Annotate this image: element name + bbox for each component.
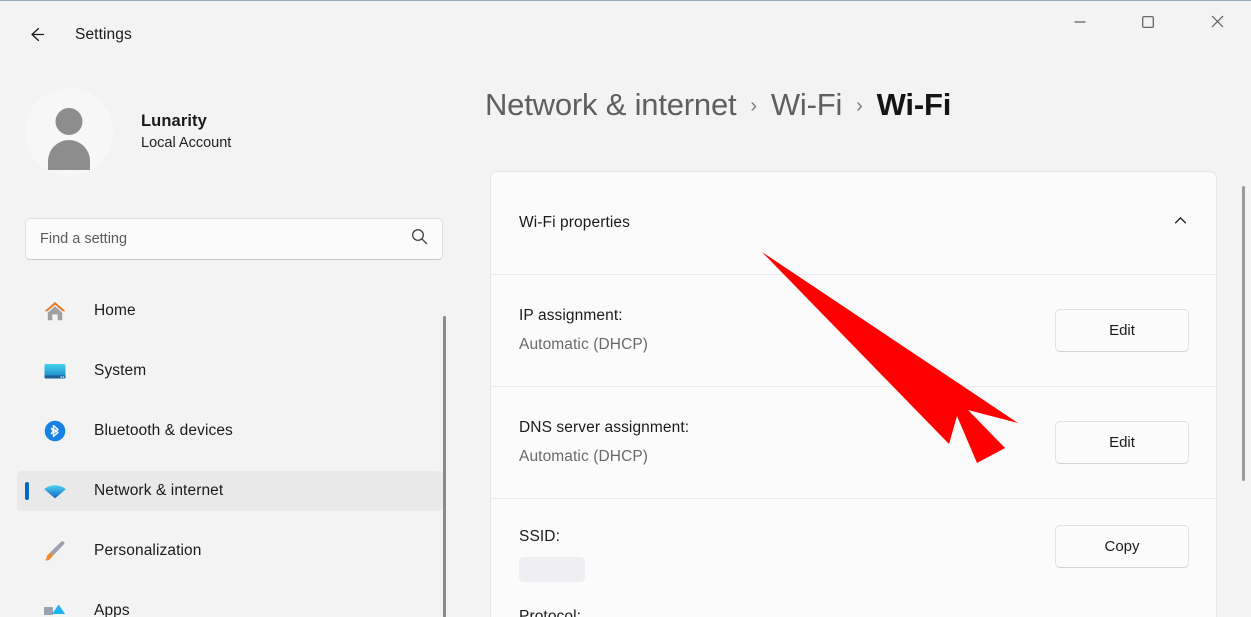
row-ssid: SSID: Protocol: Copy <box>491 498 1216 617</box>
chevron-right-icon: › <box>856 95 863 117</box>
main-scrollbar[interactable] <box>1242 186 1245 481</box>
row-value: Automatic (DHCP) <box>519 335 649 353</box>
sidebar-item-label: Network & internet <box>94 482 224 499</box>
sidebar-item-system[interactable]: System <box>17 351 443 391</box>
row-label-protocol: Protocol: <box>519 608 582 617</box>
sidebar-item-label: Home <box>94 302 136 319</box>
maximize-icon <box>1142 15 1154 33</box>
back-button[interactable] <box>18 19 54 55</box>
chevron-up-icon[interactable] <box>1172 212 1189 234</box>
sidebar-item-personalization[interactable]: Personalization <box>17 531 443 571</box>
apps-icon <box>40 598 70 617</box>
system-monitor-icon <box>40 358 70 384</box>
minimize-button[interactable] <box>1057 1 1103 47</box>
row-dns-server-assignment: DNS server assignment: Automatic (DHCP) … <box>491 386 1216 498</box>
wifi-icon <box>40 478 70 504</box>
paintbrush-icon <box>40 538 70 564</box>
edit-dns-server-button[interactable]: Edit <box>1055 421 1189 464</box>
profile-name: Lunarity <box>141 112 207 131</box>
wifi-properties-header[interactable]: Wi-Fi properties <box>491 172 1216 274</box>
breadcrumb-item-network[interactable]: Network & internet <box>485 87 737 123</box>
bluetooth-icon <box>40 418 70 444</box>
search-input[interactable] <box>40 231 411 247</box>
back-arrow-icon <box>26 24 47 50</box>
main-content: Network & internet › Wi-Fi › Wi-Fi Wi-Fi… <box>460 61 1251 617</box>
search-box[interactable] <box>25 218 443 260</box>
sidebar-item-label: Bluetooth & devices <box>94 422 233 439</box>
chevron-right-icon: › <box>750 95 757 117</box>
row-label: SSID: <box>519 528 560 545</box>
user-profile[interactable]: Lunarity Local Account <box>25 88 231 176</box>
sidebar-item-home[interactable]: Home <box>17 291 443 331</box>
home-icon <box>40 298 70 324</box>
breadcrumb: Network & internet › Wi-Fi › Wi-Fi <box>485 87 951 123</box>
sidebar-item-label: Apps <box>94 602 130 617</box>
sidebar-item-bluetooth-devices[interactable]: Bluetooth & devices <box>17 411 443 451</box>
settings-window: Settings Lunarity Local Account Find a s… <box>0 0 1251 617</box>
sidebar: Lunarity Local Account Find a setting Ho… <box>0 61 460 617</box>
edit-ip-assignment-button[interactable]: Edit <box>1055 309 1189 352</box>
avatar <box>25 88 113 176</box>
row-label: DNS server assignment: <box>519 419 690 437</box>
avatar-head-icon <box>55 108 83 135</box>
app-title: Settings <box>75 26 132 43</box>
search-container <box>25 218 443 260</box>
sidebar-item-label: Personalization <box>94 542 202 559</box>
sidebar-item-label: System <box>94 362 147 379</box>
sidebar-item-apps[interactable]: Apps <box>17 591 443 617</box>
row-value: Automatic (DHCP) <box>519 447 649 465</box>
row-label: IP assignment: <box>519 307 623 325</box>
row-ip-assignment: IP assignment: Automatic (DHCP) Edit <box>491 274 1216 386</box>
sidebar-item-network-internet[interactable]: Network & internet <box>17 471 443 511</box>
breadcrumb-current: Wi-Fi <box>876 87 952 122</box>
maximize-button[interactable] <box>1125 1 1171 47</box>
ssid-redacted-value <box>519 557 585 583</box>
sidebar-scrollbar[interactable] <box>443 316 446 617</box>
close-button[interactable] <box>1194 1 1240 47</box>
close-icon <box>1211 15 1224 33</box>
sidebar-nav: Home System Bluetooth & devices Network … <box>0 291 460 617</box>
wifi-properties-card: Wi-Fi properties IP assignment: Automati… <box>490 171 1217 617</box>
minimize-icon <box>1074 15 1086 33</box>
breadcrumb-item-wifi[interactable]: Wi-Fi <box>771 87 842 123</box>
profile-account-type: Local Account <box>141 135 232 152</box>
search-icon[interactable] <box>411 228 428 250</box>
avatar-body-icon <box>48 140 90 170</box>
page-title: Wi-Fi properties <box>519 214 630 231</box>
copy-ssid-button[interactable]: Copy <box>1055 525 1189 568</box>
